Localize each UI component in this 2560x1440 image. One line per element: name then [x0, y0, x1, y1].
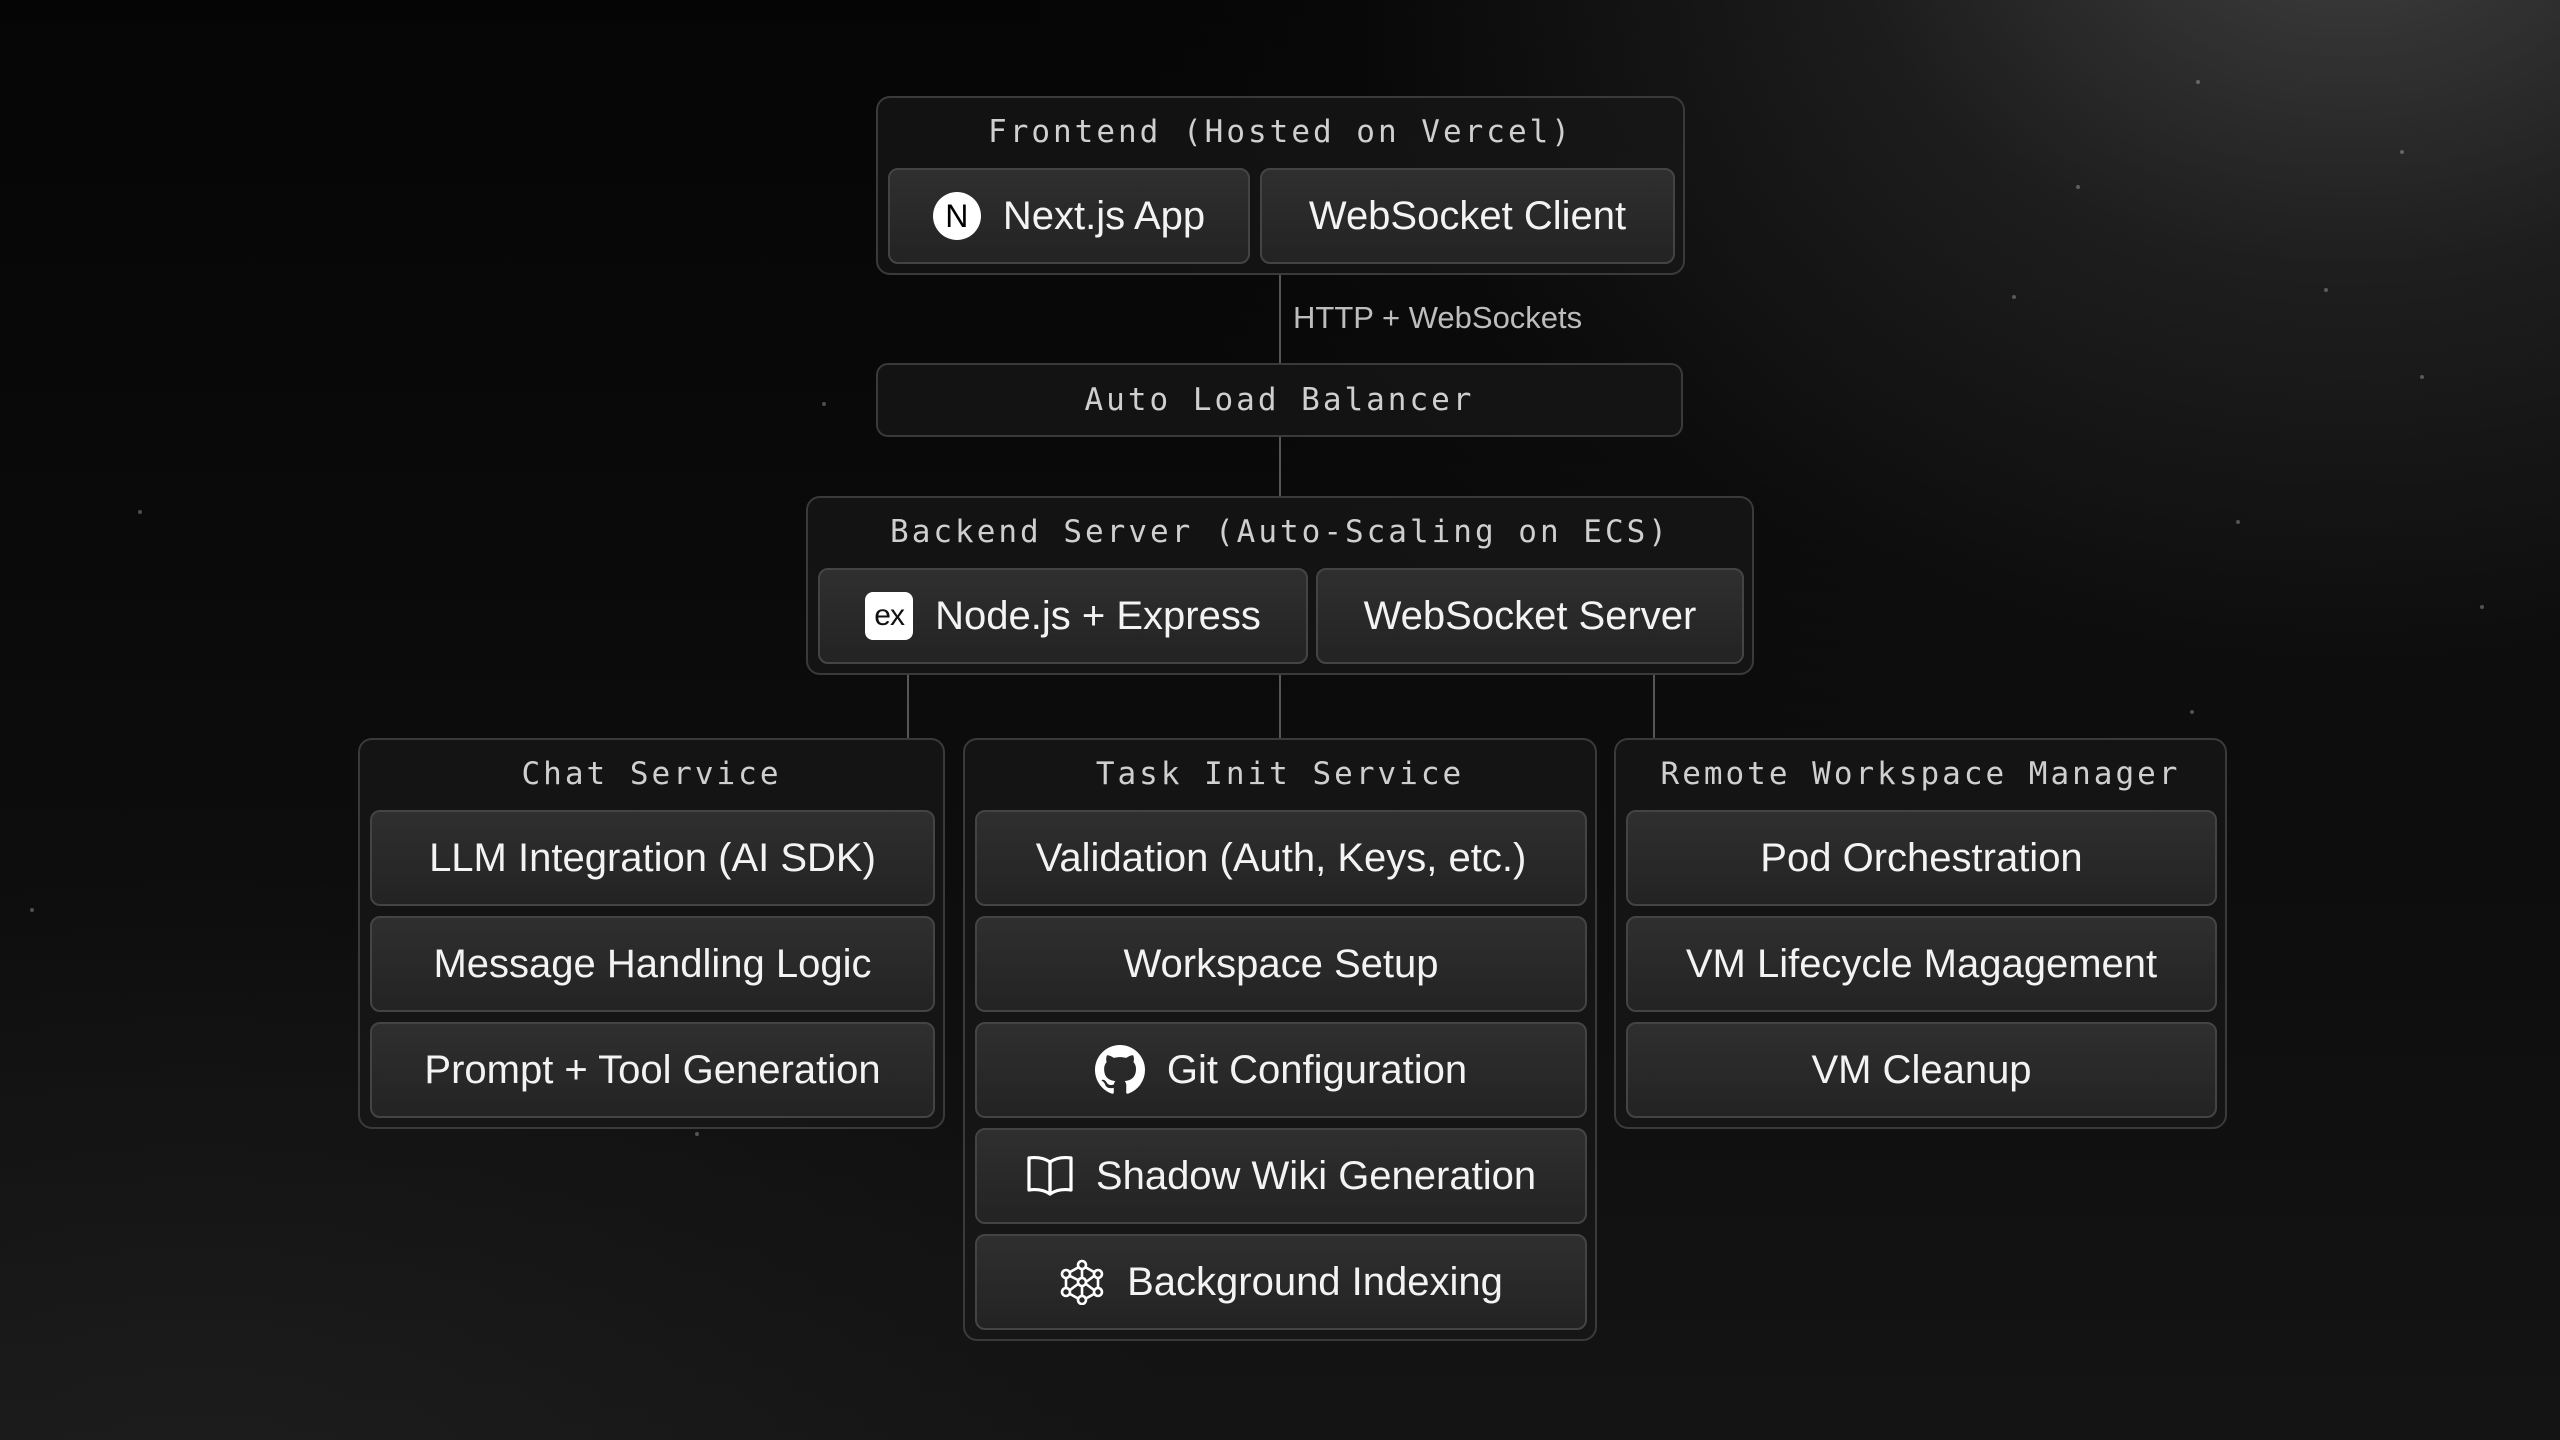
star-dot	[2236, 520, 2240, 524]
pod-orchestration-box: Pod Orchestration	[1626, 810, 2217, 906]
star-dot	[2420, 375, 2424, 379]
shadow-wiki-box: Shadow Wiki Generation	[975, 1128, 1587, 1224]
llm-integration-box: LLM Integration (AI SDK)	[370, 810, 935, 906]
star-dot	[30, 908, 34, 912]
star-dot	[2480, 605, 2484, 609]
backend-title: Backend Server (Auto-Scaling on ECS)	[890, 514, 1670, 550]
star-dot	[2324, 288, 2328, 292]
star-dot	[695, 1132, 699, 1136]
frontend-title: Frontend (Hosted on Vercel)	[988, 114, 1573, 150]
star-dot	[2190, 710, 2194, 714]
websocket-client-box: WebSocket Client	[1260, 168, 1675, 264]
validation-label: Validation (Auth, Keys, etc.)	[1035, 835, 1527, 880]
websocket-client-label: WebSocket Client	[1308, 193, 1627, 238]
load-balancer-label: Auto Load Balancer	[1084, 382, 1475, 418]
book-icon	[1026, 1154, 1074, 1198]
chat-service-group: Chat Service LLM Integration (AI SDK) Me…	[358, 738, 945, 1129]
load-balancer-box: Auto Load Balancer	[876, 363, 1683, 437]
nextjs-app-box: N Next.js App	[888, 168, 1250, 264]
star-dot	[2196, 80, 2200, 84]
websocket-server-box: WebSocket Server	[1316, 568, 1744, 664]
connector-frontend-lb	[1279, 275, 1281, 363]
message-handling-box: Message Handling Logic	[370, 916, 935, 1012]
star-dot	[822, 402, 826, 406]
websocket-server-label: WebSocket Server	[1363, 593, 1697, 638]
remote-workspace-manager-group: Remote Workspace Manager Pod Orchestrati…	[1614, 738, 2227, 1129]
connector-backend-chat	[907, 675, 909, 738]
nextjs-app-label: Next.js App	[1002, 193, 1206, 238]
vm-lifecycle-label: VM Lifecycle Magagement	[1685, 941, 2158, 986]
star-dot	[138, 510, 142, 514]
nodejs-express-box: ex Node.js + Express	[818, 568, 1308, 664]
background-indexing-box: Background Indexing	[975, 1234, 1587, 1330]
git-configuration-box: Git Configuration	[975, 1022, 1587, 1118]
connector-lb-backend	[1279, 437, 1281, 498]
task-init-service-title: Task Init Service	[1095, 756, 1465, 792]
background-indexing-label: Background Indexing	[1127, 1259, 1503, 1304]
chat-service-title: Chat Service	[521, 756, 782, 792]
pod-orchestration-label: Pod Orchestration	[1760, 835, 2083, 880]
star-dot	[2076, 185, 2080, 189]
message-handling-label: Message Handling Logic	[433, 941, 872, 986]
backend-group: Backend Server (Auto-Scaling on ECS) ex …	[806, 496, 1754, 675]
workspace-setup-label: Workspace Setup	[1123, 941, 1439, 986]
validation-box: Validation (Auth, Keys, etc.)	[975, 810, 1587, 906]
nodejs-express-label: Node.js + Express	[935, 593, 1261, 638]
llm-integration-label: LLM Integration (AI SDK)	[429, 835, 876, 880]
edge-label-http-websockets: HTTP + WebSockets	[1293, 300, 1583, 335]
star-dot	[2400, 150, 2404, 154]
frontend-group: Frontend (Hosted on Vercel) N Next.js Ap…	[876, 96, 1685, 275]
workspace-setup-box: Workspace Setup	[975, 916, 1587, 1012]
vm-cleanup-label: VM Cleanup	[1811, 1047, 2032, 1092]
prompt-tool-generation-label: Prompt + Tool Generation	[424, 1047, 881, 1092]
star-dot	[2012, 295, 2016, 299]
vm-cleanup-box: VM Cleanup	[1626, 1022, 2217, 1118]
github-icon	[1094, 1045, 1145, 1095]
prompt-tool-generation-box: Prompt + Tool Generation	[370, 1022, 935, 1118]
connector-backend-task	[1279, 675, 1281, 738]
task-init-service-group: Task Init Service Validation (Auth, Keys…	[963, 738, 1597, 1341]
remote-workspace-manager-title: Remote Workspace Manager	[1660, 756, 2181, 792]
git-configuration-label: Git Configuration	[1166, 1047, 1468, 1092]
network-icon	[1059, 1259, 1105, 1305]
connector-backend-remote	[1653, 675, 1655, 738]
express-logo-icon: ex	[865, 592, 914, 640]
shadow-wiki-label: Shadow Wiki Generation	[1095, 1153, 1537, 1198]
vm-lifecycle-box: VM Lifecycle Magagement	[1626, 916, 2217, 1012]
nextjs-logo-icon: N	[932, 192, 981, 240]
